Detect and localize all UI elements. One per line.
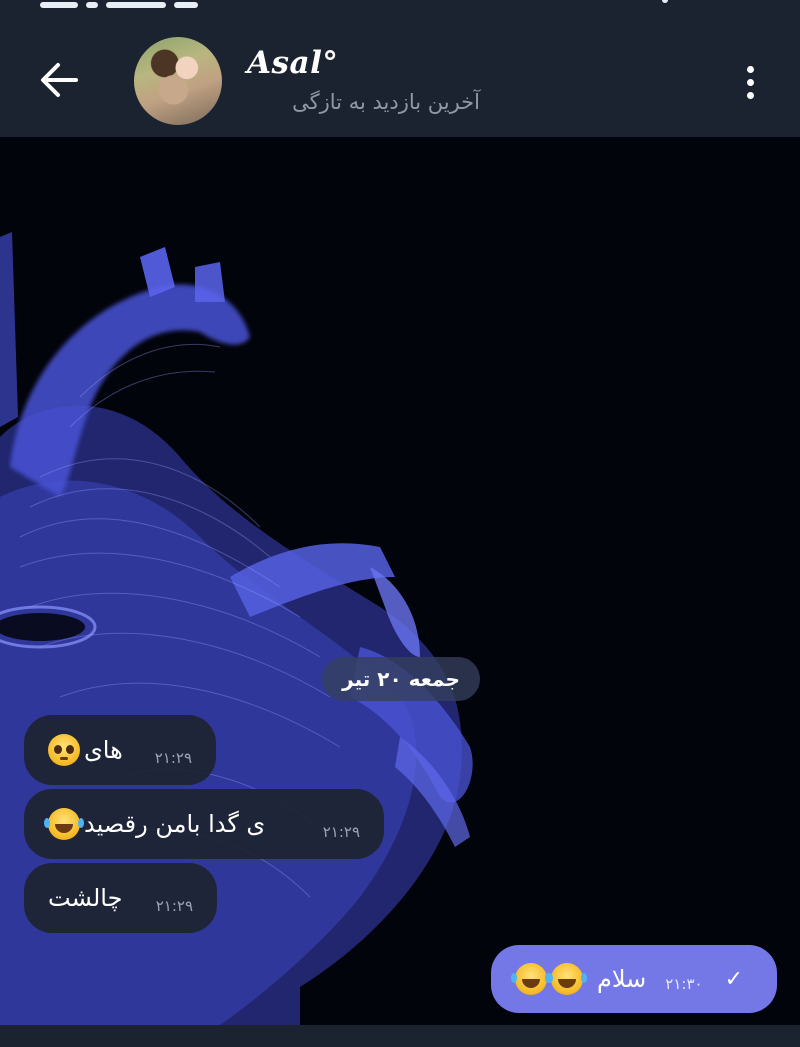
message-text: های: [84, 736, 123, 764]
status-dot: [662, 0, 668, 3]
face-with-tears-of-joy-emoji-icon: [547, 963, 583, 995]
back-button[interactable]: [34, 58, 82, 102]
message-time: ۲۱:۳۰: [665, 975, 703, 993]
message-bubble-incoming[interactable]: های ۲۱:۲۹: [24, 715, 216, 785]
menu-button[interactable]: [735, 60, 765, 104]
message-body: ی گدا بامن رقصید: [44, 808, 266, 840]
status-bar: [0, 0, 800, 10]
last-seen-status: آخرین بازدید به تازگی: [292, 90, 480, 114]
contact-name[interactable]: Asal°: [247, 45, 338, 81]
message-time: ۲۱:۲۹: [322, 823, 360, 841]
chat-area[interactable]: جمعه ۲۰ تیر های ۲۱:۲۹ ی گدا بامن رقصید ۲…: [0, 137, 800, 1025]
chat-header: Asal° آخرین بازدید به تازگی: [0, 10, 800, 137]
face-with-tears-of-joy-emoji-icon: [511, 963, 547, 995]
message-text: سلام: [597, 965, 647, 993]
message-meta: ۲۱:۳۰ ✓: [665, 965, 753, 994]
vertical-dots-icon: [746, 65, 754, 73]
message-time: ۲۱:۲۹: [155, 897, 193, 915]
message-body: چالشت: [48, 884, 122, 912]
pleading-face-emoji-icon: [48, 734, 80, 766]
check-icon: ✓: [724, 966, 743, 992]
message-body: سلام: [511, 963, 647, 995]
composer-bar: [0, 1025, 800, 1047]
date-chip: جمعه ۲۰ تیر: [322, 657, 480, 701]
status-icons: [40, 0, 240, 8]
message-text: ی گدا بامن رقصید: [84, 810, 266, 838]
message-time: ۲۱:۲۹: [154, 749, 192, 767]
arrow-left-icon: [41, 63, 78, 97]
message-body: های: [48, 734, 123, 766]
face-with-tears-of-joy-emoji-icon: [44, 808, 80, 840]
message-bubble-incoming[interactable]: چالشت ۲۱:۲۹: [24, 863, 217, 933]
avatar[interactable]: [134, 37, 222, 125]
message-bubble-incoming[interactable]: ی گدا بامن رقصید ۲۱:۲۹: [24, 789, 384, 859]
message-text: چالشت: [48, 884, 123, 912]
message-bubble-outgoing[interactable]: سلام ۲۱:۳۰ ✓: [491, 945, 777, 1013]
